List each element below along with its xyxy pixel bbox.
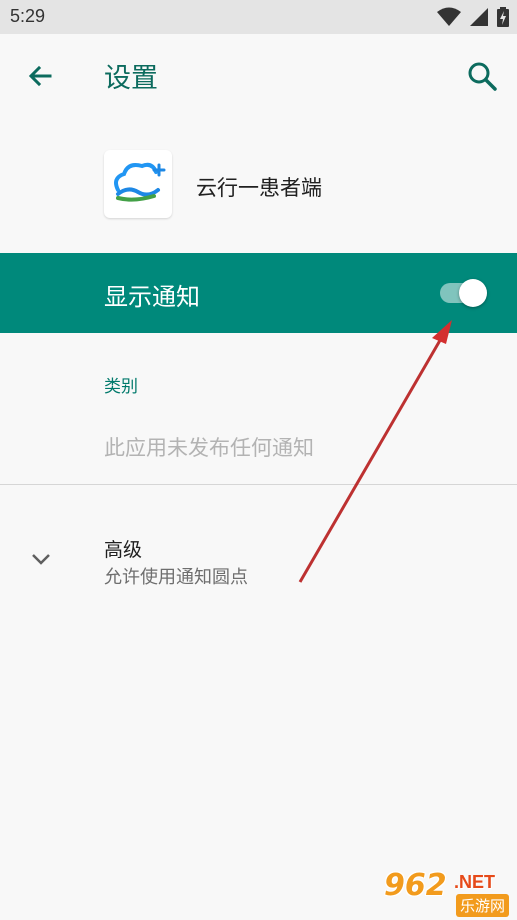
battery-charging-icon xyxy=(497,7,509,27)
page-title: 设置 xyxy=(104,63,158,94)
advanced-title: 高级 xyxy=(104,539,143,561)
advanced-subtitle: 允许使用通知圆点 xyxy=(104,567,248,588)
divider xyxy=(0,484,517,485)
switch-thumb[interactable] xyxy=(459,279,487,307)
arrow-left-icon[interactable] xyxy=(24,60,56,92)
chevron-down-icon xyxy=(32,554,50,565)
app-name: 云行一患者端 xyxy=(196,176,322,200)
no-notifications-text: 此应用未发布任何通知 xyxy=(104,436,314,460)
show-notifications-row[interactable]: 显示通知 xyxy=(0,253,517,333)
status-time: 5:29 xyxy=(10,6,46,26)
watermark-suffix: .NET xyxy=(454,872,496,892)
signal-icon xyxy=(470,8,488,26)
watermark: 962 .NET 乐游网 xyxy=(384,868,514,918)
status-bar: 5:29 xyxy=(0,0,517,34)
wifi-icon xyxy=(437,7,461,26)
app-toolbar: 设置 xyxy=(0,34,517,118)
advanced-row[interactable]: 高级 允许使用通知圆点 xyxy=(0,520,517,596)
watermark-brand: 962 xyxy=(384,868,447,903)
search-icon[interactable] xyxy=(466,60,500,94)
category-header: 类别 xyxy=(104,377,138,397)
show-notifications-label: 显示通知 xyxy=(104,283,200,311)
status-icons xyxy=(437,7,509,27)
app-header: 云行一患者端 xyxy=(0,140,517,230)
watermark-sub: 乐游网 xyxy=(456,894,510,917)
cloud-plus-app-icon xyxy=(114,162,166,202)
app-logo xyxy=(104,150,172,218)
